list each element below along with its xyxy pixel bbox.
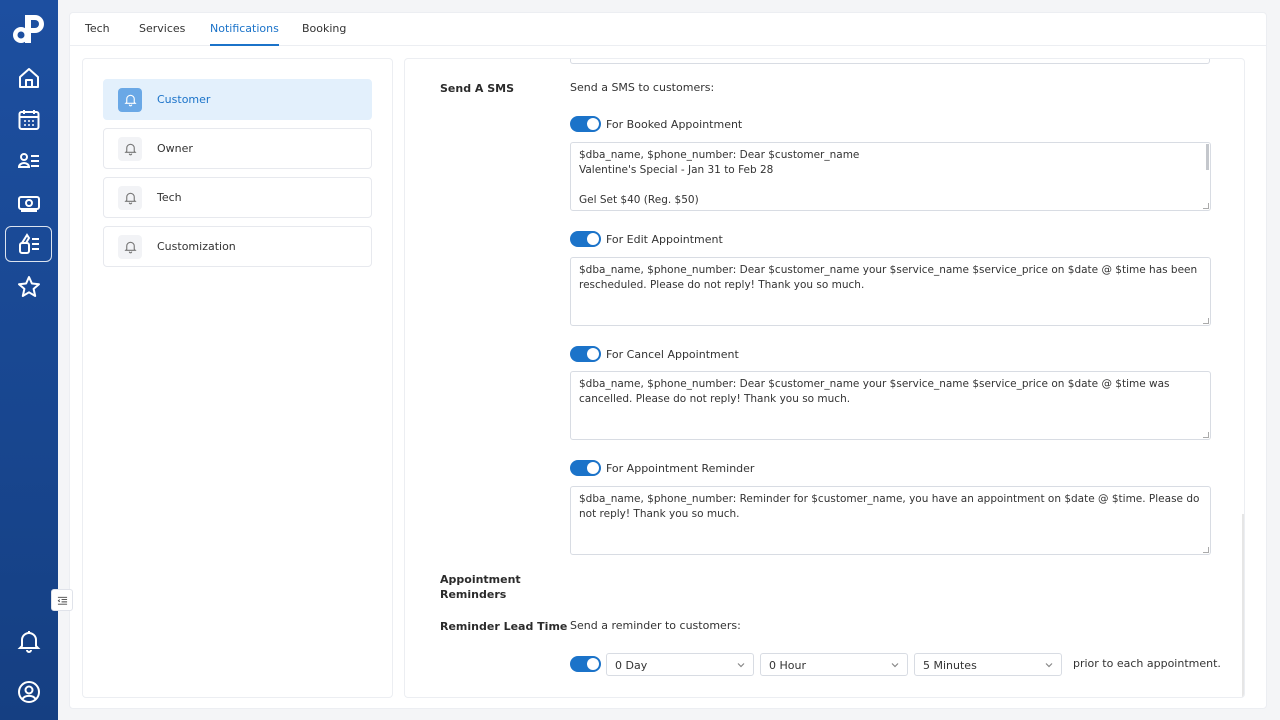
booked-appointment-toggle[interactable] — [570, 116, 601, 132]
reminder-lead-time-toggle[interactable] — [570, 656, 601, 672]
edit-appointment-label: For Edit Appointment — [606, 232, 723, 246]
star-icon[interactable] — [6, 269, 52, 305]
tab-booking[interactable]: Booking — [302, 22, 346, 46]
send-sms-intro: Send a SMS to customers: — [570, 81, 715, 94]
left-rail — [0, 0, 58, 720]
panel-scrollbar[interactable] — [1242, 514, 1244, 697]
side-item-label: Owner — [157, 142, 193, 155]
appointment-reminders-line1: Appointment — [440, 573, 521, 586]
textarea-scrollbar[interactable] — [1206, 144, 1209, 170]
side-item-label: Tech — [157, 191, 182, 204]
edit-appointment-toggle-row: For Edit Appointment — [570, 231, 723, 247]
cancel-appointment-toggle-row: For Cancel Appointment — [570, 346, 739, 362]
money-icon[interactable] — [6, 185, 52, 221]
appointment-reminder-label: For Appointment Reminder — [606, 461, 755, 475]
side-item-label: Customer — [157, 93, 211, 106]
tab-services[interactable]: Services — [139, 22, 185, 46]
minutes-select-value: 5 Minutes — [923, 659, 977, 672]
collapse-icon[interactable] — [51, 589, 73, 611]
edit-appointment-message[interactable]: $dba_name, $phone_number: Dear $customer… — [570, 257, 1211, 326]
nail-polish-icon[interactable] — [5, 226, 52, 262]
bell-icon[interactable] — [6, 623, 52, 659]
bell-icon — [118, 87, 142, 112]
notification-settings-panel: Send A SMS Send a SMS to customers: For … — [404, 58, 1245, 698]
side-item-owner[interactable]: Owner — [103, 128, 372, 169]
minutes-select[interactable]: 5 Minutes — [914, 653, 1062, 676]
appointment-reminder-toggle-row: For Appointment Reminder — [570, 460, 754, 476]
logo-icon[interactable] — [11, 11, 47, 47]
bell-icon — [118, 234, 142, 259]
appointment-reminder-toggle[interactable] — [570, 460, 601, 476]
side-item-customer[interactable]: Customer — [103, 79, 372, 120]
main-container: Tech Services Notifications Booking Cust… — [69, 12, 1267, 709]
hour-select-value: 0 Hour — [769, 659, 806, 672]
appointment-reminder-message[interactable]: $dba_name, $phone_number: Reminder for $… — [570, 486, 1211, 555]
resize-handle[interactable] — [1203, 547, 1209, 553]
resize-handle[interactable] — [1203, 203, 1209, 209]
cancel-appointment-toggle[interactable] — [570, 346, 601, 362]
side-item-label: Customization — [157, 240, 236, 253]
customer-list-icon[interactable] — [6, 143, 52, 179]
resize-handle[interactable] — [1203, 318, 1209, 324]
booked-appointment-message[interactable]: $dba_name, $phone_number: Dear $customer… — [570, 142, 1211, 211]
booked-appointment-toggle-row: For Booked Appointment — [570, 116, 742, 132]
tab-notifications[interactable]: Notifications — [210, 22, 279, 46]
hour-select[interactable]: 0 Hour — [760, 653, 908, 676]
appointment-reminders-line2: Reminders — [440, 588, 507, 601]
day-select-value: 0 Day — [615, 659, 648, 672]
tab-tech[interactable]: Tech — [85, 22, 110, 46]
side-item-tech[interactable]: Tech — [103, 177, 372, 218]
reminder-lead-time-intro: Send a reminder to customers: — [570, 619, 741, 632]
cancel-appointment-message[interactable]: $dba_name, $phone_number: Dear $customer… — [570, 371, 1211, 440]
chevron-down-icon — [891, 663, 899, 668]
reminder-lead-time-suffix: prior to each appointment. — [1073, 657, 1221, 670]
resize-handle[interactable] — [1203, 432, 1209, 438]
chevron-down-icon — [737, 663, 745, 668]
booked-appointment-label: For Booked Appointment — [606, 117, 743, 131]
cancel-appointment-label: For Cancel Appointment — [606, 347, 739, 361]
user-circle-icon[interactable] — [6, 674, 52, 710]
appointment-reminders-heading: Appointment Reminders — [440, 572, 521, 602]
bell-icon — [118, 136, 142, 161]
notification-category-panel: Customer Owner Tech Customization — [82, 58, 393, 698]
chevron-down-icon — [1045, 663, 1053, 668]
calendar-icon[interactable] — [6, 102, 52, 138]
bell-icon — [118, 185, 142, 210]
reminder-lead-time-label: Reminder Lead Time — [440, 620, 568, 633]
home-icon[interactable] — [6, 60, 52, 96]
side-item-customization[interactable]: Customization — [103, 226, 372, 267]
edit-appointment-toggle[interactable] — [570, 231, 601, 247]
reminder-lead-time-toggle-row — [570, 656, 601, 672]
tab-bar: Tech Services Notifications Booking — [70, 13, 1266, 46]
send-sms-label: Send A SMS — [440, 82, 515, 95]
previous-textarea-edge — [570, 59, 1210, 64]
day-select[interactable]: 0 Day — [606, 653, 754, 676]
